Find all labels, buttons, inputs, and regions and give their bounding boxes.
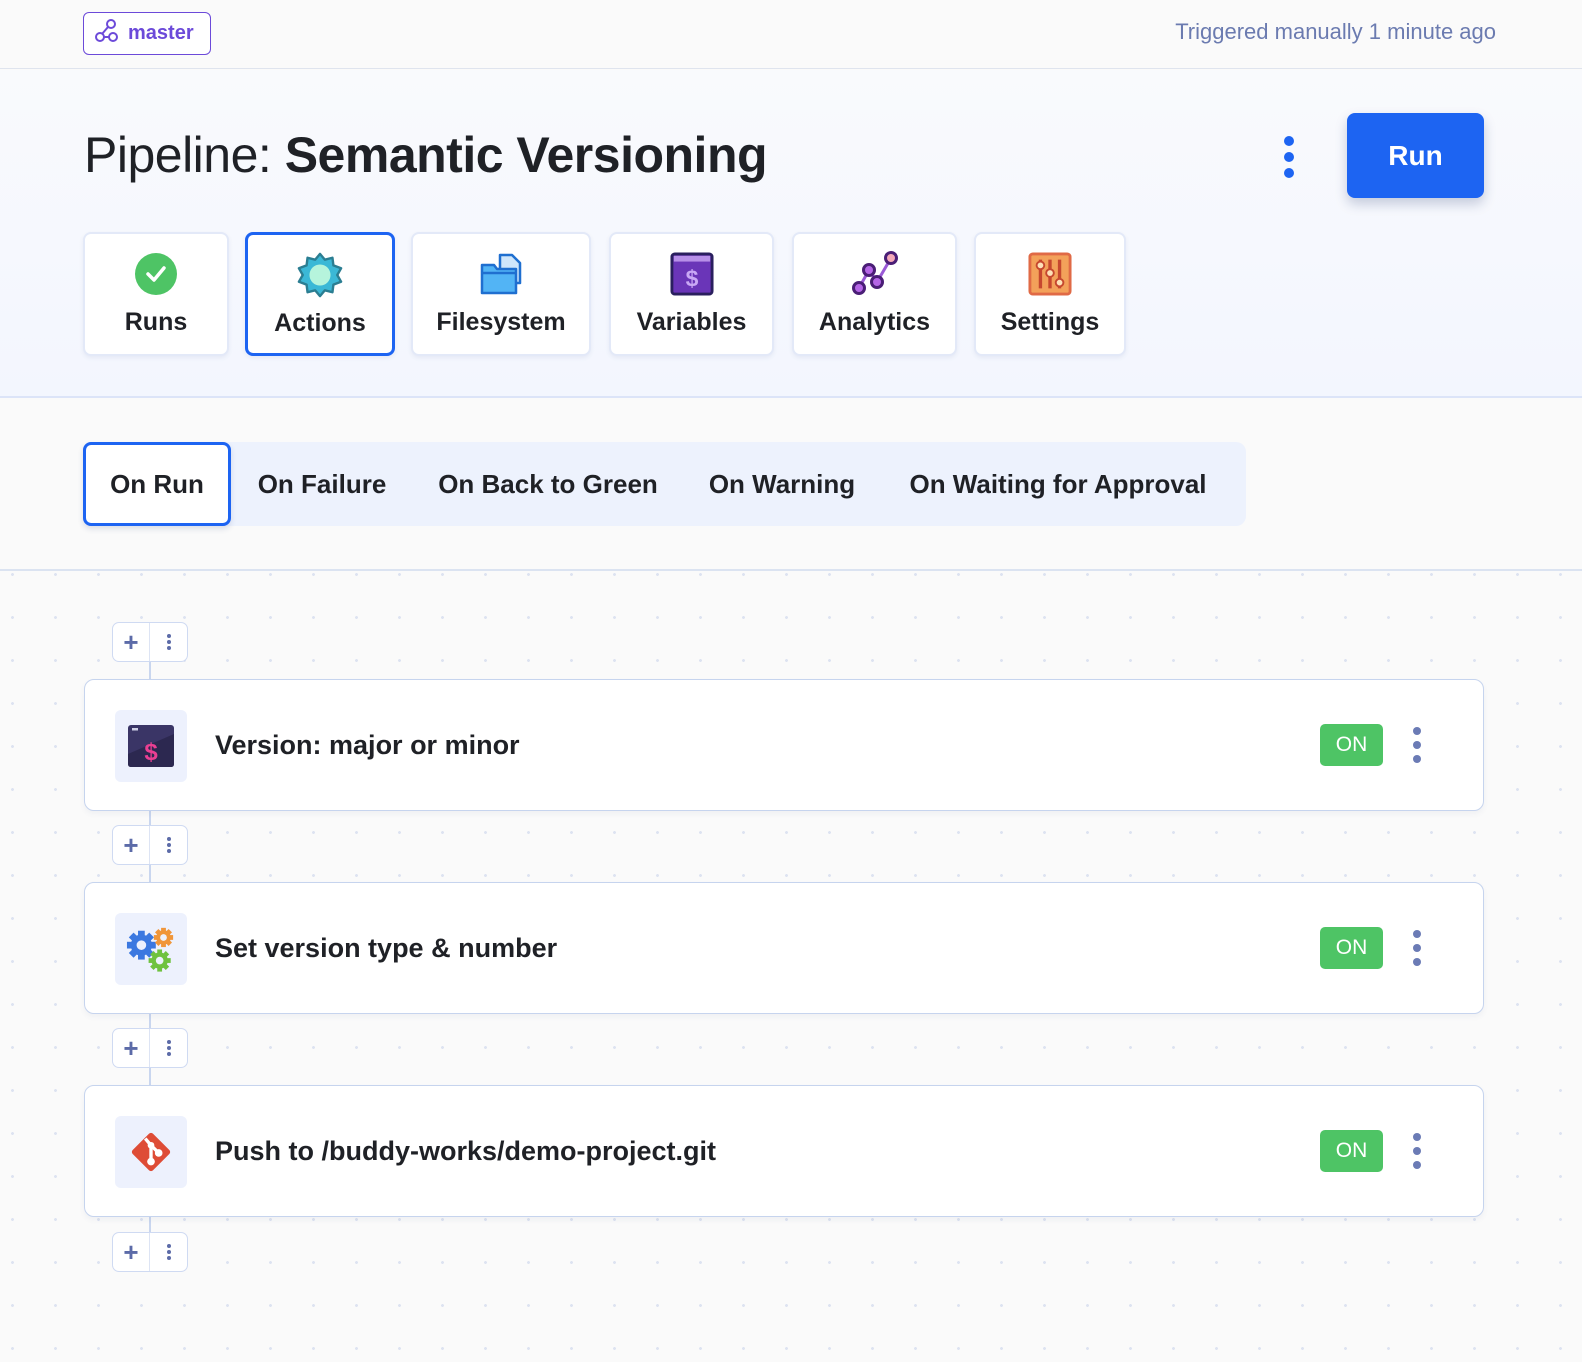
plus-icon[interactable]: + [113, 826, 150, 864]
dot [166, 849, 171, 853]
run-button[interactable]: Run [1347, 113, 1484, 198]
tab-filesystem[interactable]: Filesystem [411, 232, 591, 356]
branch-name: master [128, 22, 194, 44]
pipeline-header: Pipeline: Semantic Versioning Run Runs A… [0, 70, 1582, 398]
top-bar: master Triggered manually 1 minute ago [0, 0, 1582, 69]
action-title: Version: major or minor [215, 730, 520, 760]
dot [166, 1046, 171, 1050]
tab-variables[interactable]: $ Variables [609, 232, 774, 356]
graph-icon [851, 250, 899, 298]
tab-runs[interactable]: Runs [83, 232, 229, 356]
dot [166, 646, 171, 650]
connector-line [149, 660, 151, 680]
dot [1413, 944, 1421, 952]
gear-icon [296, 251, 344, 299]
dot [1284, 152, 1294, 162]
trigger-tabs: On Run On Failure On Back to Green On Wa… [83, 442, 1246, 526]
dot [166, 1256, 171, 1260]
plus-icon[interactable]: + [113, 1233, 150, 1271]
git-icon [115, 1116, 187, 1188]
action-more-button[interactable] [1405, 1130, 1429, 1172]
add-action-box: + [112, 622, 188, 662]
tab-settings[interactable]: Settings [974, 232, 1126, 356]
vertical-dots-icon[interactable] [150, 1029, 187, 1067]
svg-text:$: $ [144, 739, 158, 766]
dot [166, 1040, 171, 1044]
vertical-dots-icon[interactable] [150, 1233, 187, 1271]
plus-icon[interactable]: + [113, 1029, 150, 1067]
dot [1413, 1147, 1421, 1155]
dot [166, 1244, 171, 1248]
action-status-toggle[interactable]: ON [1320, 927, 1383, 969]
tab-label: Variables [636, 308, 747, 336]
dot [1413, 741, 1421, 749]
dot [166, 843, 171, 847]
trigger-tab-on-back-to-green[interactable]: On Back to Green [423, 442, 673, 526]
dot [1413, 958, 1421, 966]
action-title: Set version type & number [215, 933, 558, 963]
terminal-dollar-icon: $ [115, 710, 187, 782]
title-prefix: Pipeline: [84, 127, 272, 183]
dot [166, 640, 171, 644]
dot [1413, 1161, 1421, 1169]
action-title: Push to /buddy-works/demo-project.git [215, 1136, 717, 1166]
tab-label: Filesystem [436, 308, 566, 336]
dot [1413, 727, 1421, 735]
trigger-tab-on-run[interactable]: On Run [83, 442, 231, 526]
folder-icon [477, 250, 525, 298]
dot [1413, 1133, 1421, 1141]
trigger-section: On Run On Failure On Back to Green On Wa… [0, 398, 1582, 571]
tab-label: Analytics [818, 308, 931, 336]
action-card[interactable]: $ Version: major or minor ON [84, 679, 1484, 811]
trigger-tab-on-waiting-for-approval[interactable]: On Waiting for Approval [893, 442, 1223, 526]
add-action-box: + [112, 1028, 188, 1068]
plus-icon[interactable]: + [113, 623, 150, 661]
page-title: Pipeline: Semantic Versioning [84, 126, 768, 184]
trigger-tab-on-warning[interactable]: On Warning [693, 442, 871, 526]
tab-label: Actions [274, 309, 366, 337]
triggered-status: Triggered manually 1 minute ago [1175, 19, 1496, 44]
vertical-dots-icon[interactable] [150, 623, 187, 661]
action-status-toggle[interactable]: ON [1320, 1130, 1383, 1172]
add-action-box: + [112, 1232, 188, 1272]
dot [166, 837, 171, 841]
dot [1413, 755, 1421, 763]
dot [1284, 168, 1294, 178]
action-more-button[interactable] [1405, 927, 1429, 969]
action-status-toggle[interactable]: ON [1320, 724, 1383, 766]
action-more-button[interactable] [1405, 724, 1429, 766]
add-action-box: + [112, 825, 188, 865]
pipeline-name: Semantic Versioning [284, 127, 768, 183]
tab-label: Runs [124, 308, 188, 336]
vertical-dots-icon [1284, 136, 1294, 146]
action-card[interactable]: Set version type & number ON [84, 882, 1484, 1014]
dot [166, 1250, 171, 1254]
tab-analytics[interactable]: Analytics [792, 232, 957, 356]
trigger-tab-on-failure[interactable]: On Failure [243, 442, 401, 526]
dot [166, 1052, 171, 1056]
check-circle-icon [132, 250, 180, 298]
branch-icon [94, 18, 120, 50]
pipeline-more-button[interactable] [1272, 130, 1306, 184]
sliders-icon [1026, 250, 1074, 298]
action-card[interactable]: Push to /buddy-works/demo-project.git ON [84, 1085, 1484, 1217]
dot [166, 634, 171, 638]
dollar-window-icon: $ [668, 250, 716, 298]
dot [1413, 930, 1421, 938]
vertical-dots-icon[interactable] [150, 826, 187, 864]
tab-label: Settings [1000, 308, 1100, 336]
svg-text:$: $ [685, 265, 698, 291]
branch-badge[interactable]: master [83, 12, 211, 55]
tab-actions[interactable]: Actions [245, 232, 395, 356]
actions-canvas: + $ Version: major or minor ON + Set ver… [0, 572, 1582, 1362]
gears-icon [115, 913, 187, 985]
